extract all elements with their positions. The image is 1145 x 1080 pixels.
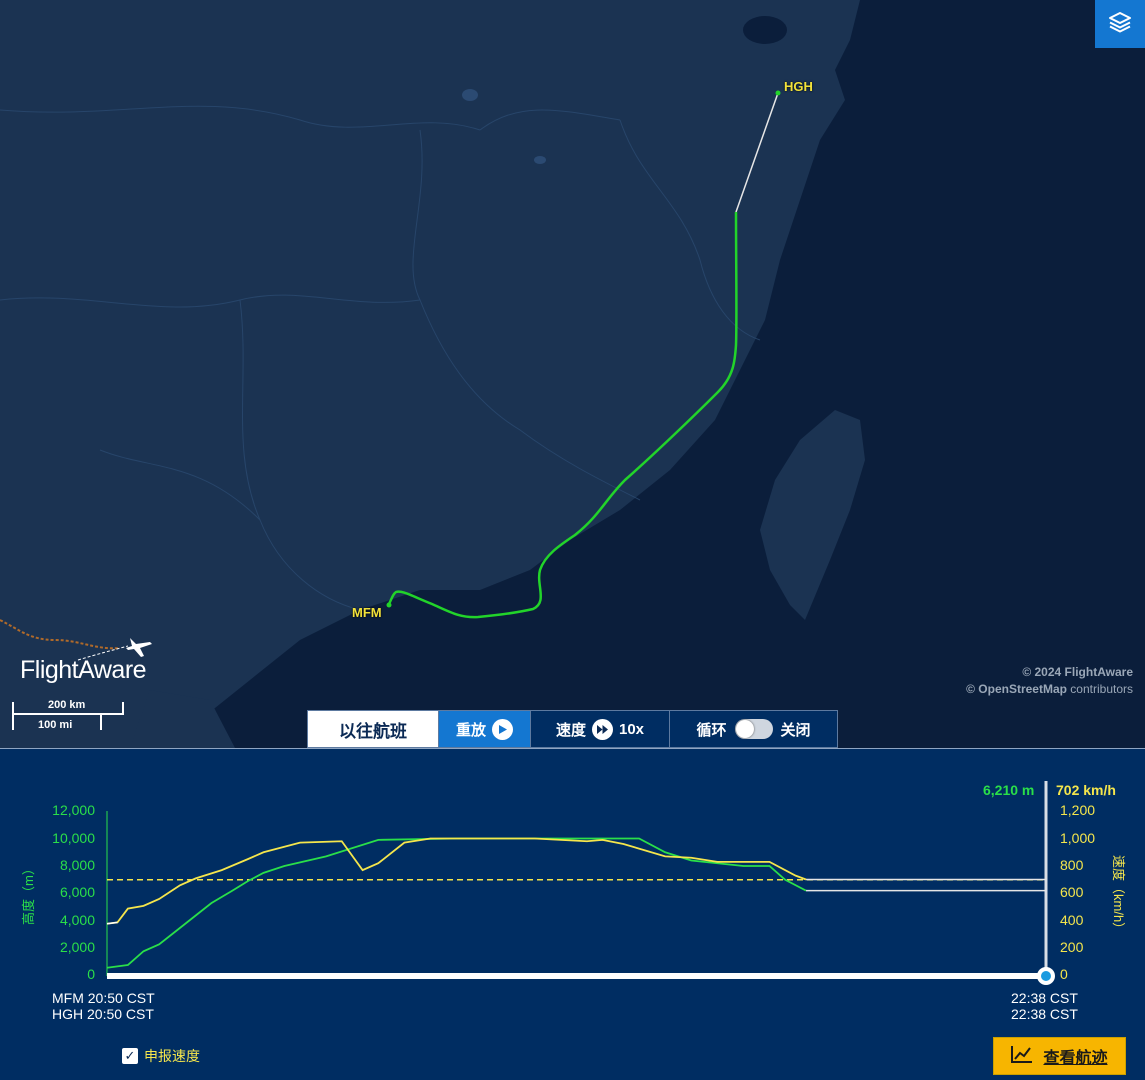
end-time-origin: 22:38 CST bbox=[1011, 990, 1078, 1006]
current-altitude: 6,210 m bbox=[983, 782, 1035, 798]
logo-text: FlightAware bbox=[20, 656, 147, 684]
play-icon bbox=[492, 718, 513, 740]
speed-tick: 200 bbox=[1060, 939, 1084, 955]
reported-speed-label: 申报速度 bbox=[144, 1048, 200, 1064]
speed-tick: 0 bbox=[1060, 966, 1068, 982]
altitude-axis-title: 高度（m） bbox=[21, 862, 36, 925]
destination-airport-label[interactable]: HGH bbox=[784, 79, 813, 94]
speed-tick: 400 bbox=[1060, 912, 1084, 928]
map-layers-button[interactable] bbox=[1095, 0, 1145, 48]
loop-toggle[interactable] bbox=[734, 719, 773, 739]
speed-tick: 600 bbox=[1060, 884, 1084, 900]
speed-tick: 800 bbox=[1060, 857, 1084, 873]
past-flights-button[interactable]: 以往航班 bbox=[308, 711, 439, 747]
playback-speed-button[interactable]: 速度 10x bbox=[531, 711, 670, 747]
altitude-tick: 2,000 bbox=[59, 939, 95, 955]
loop-label: 循环 bbox=[696, 721, 727, 739]
flightaware-logo[interactable]: FlightAware bbox=[18, 632, 158, 690]
checkbox-checked-icon: ✓ bbox=[122, 1048, 138, 1064]
fast-forward-icon bbox=[591, 718, 613, 740]
scale-km-label: 200 km bbox=[48, 699, 86, 711]
destination-dot bbox=[775, 90, 781, 96]
chart-line-icon bbox=[1011, 1045, 1033, 1068]
reported-speed-checkbox[interactable]: ✓ 申报速度 bbox=[122, 1046, 200, 1066]
timeline-bar bbox=[107, 973, 1046, 979]
osm-contributors: contributors bbox=[1066, 682, 1133, 696]
speed-axis-title: 速度（km/h） bbox=[1111, 855, 1126, 936]
current-speed: 702 km/h bbox=[1056, 782, 1116, 798]
origin-airport-label[interactable]: MFM bbox=[352, 605, 382, 620]
loop-state: 关闭 bbox=[780, 721, 811, 739]
past-flights-label: 以往航班 bbox=[339, 721, 407, 741]
map-canvas bbox=[0, 0, 1145, 748]
speed-tick: 1,200 bbox=[1060, 802, 1096, 818]
speed-start-segment bbox=[106, 921, 118, 925]
scale-mi-label: 100 mi bbox=[38, 719, 73, 731]
timeline-handle-inner bbox=[1041, 971, 1051, 981]
altitude-speed-graph bbox=[0, 748, 1145, 1080]
altitude-tick: 12,000 bbox=[52, 802, 95, 818]
speed-series-line bbox=[106, 837, 807, 925]
start-time-destination: HGH 20:50 CST bbox=[52, 1006, 154, 1022]
speed-tick: 1,000 bbox=[1060, 830, 1096, 846]
start-time-origin: MFM 20:50 CST bbox=[52, 990, 155, 1006]
view-track-label: 查看航迹 bbox=[1043, 1050, 1108, 1067]
layers-icon bbox=[1108, 10, 1132, 39]
altitude-tick: 8,000 bbox=[59, 857, 95, 873]
altitude-tick: 6,000 bbox=[59, 884, 95, 900]
altitude-series-line bbox=[106, 837, 807, 969]
replay-label: 重放 bbox=[455, 721, 486, 739]
speed-label: 速度 bbox=[555, 721, 586, 739]
replay-button[interactable]: 重放 bbox=[439, 711, 531, 747]
speed-value: 10x bbox=[618, 720, 645, 738]
copyright-osm[interactable]: © OpenStreetMap contributors bbox=[966, 682, 1133, 696]
osm-link[interactable]: © OpenStreetMap bbox=[966, 682, 1067, 696]
end-time-destination: 22:38 CST bbox=[1011, 1006, 1078, 1022]
altitude-tick: 4,000 bbox=[59, 912, 95, 928]
copyright-flightaware: © 2024 FlightAware bbox=[1022, 665, 1133, 679]
loop-control[interactable]: 循环 关闭 bbox=[670, 711, 837, 747]
map-scale: 200 km 100 mi bbox=[12, 698, 132, 734]
altitude-tick: 10,000 bbox=[52, 830, 95, 846]
altitude-tick: 0 bbox=[87, 966, 95, 982]
view-track-button[interactable]: 查看航迹 bbox=[993, 1037, 1126, 1075]
origin-dot bbox=[386, 602, 392, 608]
playback-controls: 以往航班 重放 速度 10x 循环 关闭 bbox=[307, 710, 838, 748]
graph-canvas bbox=[106, 781, 1055, 985]
flight-map[interactable]: HGH MFM © 2024 FlightAware © OpenStreetM… bbox=[0, 0, 1145, 748]
